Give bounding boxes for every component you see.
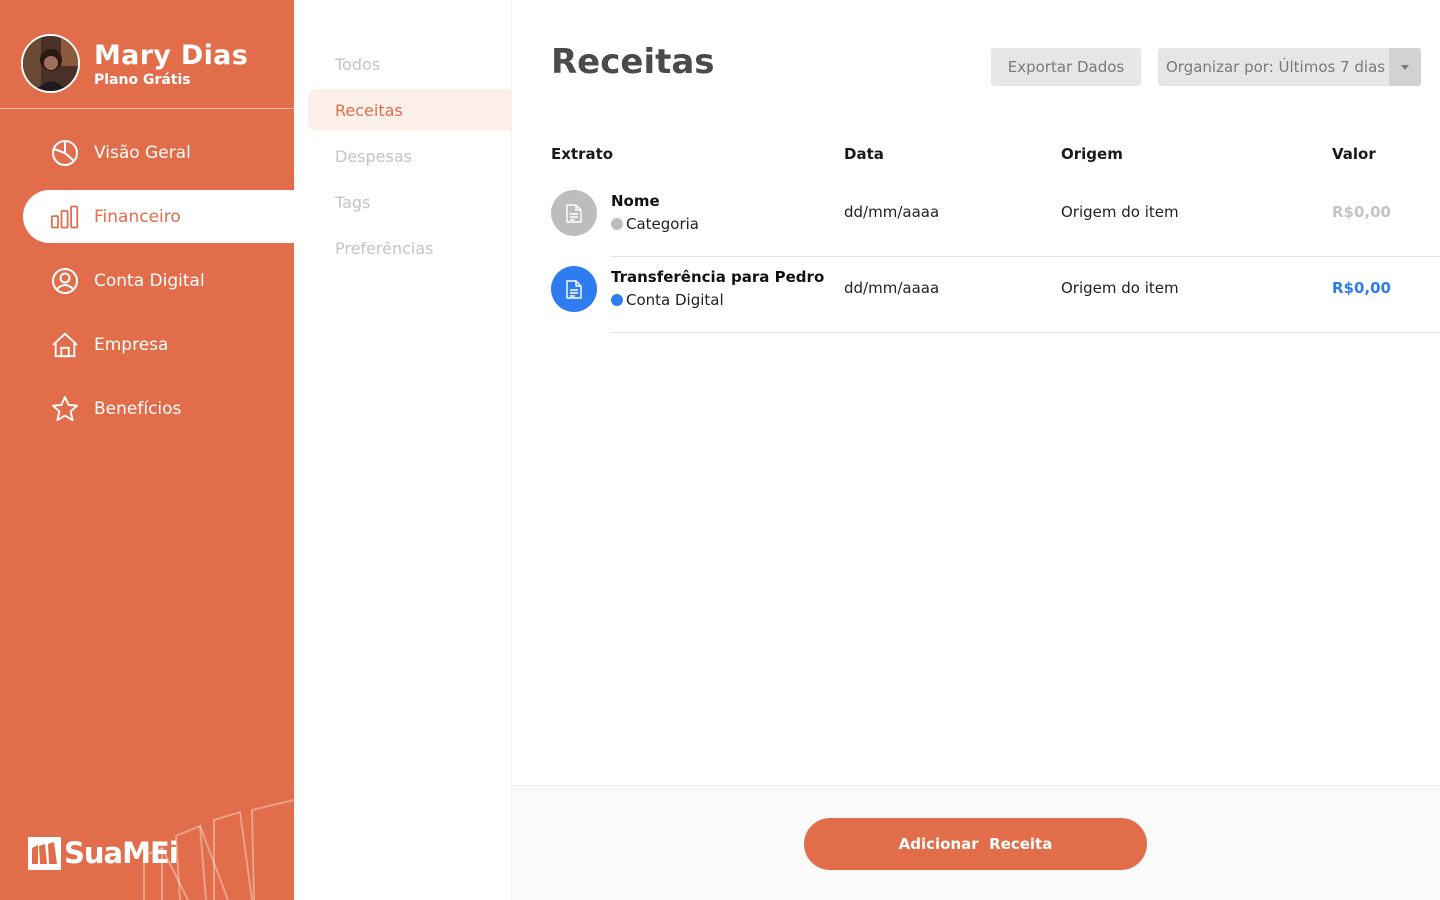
sub-nav: Todos Receitas Despesas Tags Preferência…: [294, 0, 512, 900]
avatar[interactable]: [21, 34, 80, 93]
column-header-valor: Valor: [1332, 145, 1376, 163]
home-icon: [51, 331, 79, 359]
nav-item-label: Empresa: [94, 334, 169, 355]
row-date: dd/mm/aaaa: [844, 203, 940, 221]
row-category-label: Categoria: [626, 215, 700, 233]
column-header-origem: Origem: [1061, 145, 1123, 163]
sidebar: Mary Dias Plano Grátis Visão Geral Finan…: [0, 0, 294, 900]
row-name: Nome: [611, 192, 660, 210]
footer-bar: Adicionar Receita: [512, 785, 1440, 900]
row-category-label: Conta Digital: [626, 291, 724, 309]
page-title: Receitas: [551, 42, 715, 82]
row-origin: Origem do item: [1061, 279, 1179, 297]
column-header-extrato: Extrato: [551, 145, 614, 163]
sort-select[interactable]: Organizar por: Últimos 7 dias: [1158, 48, 1421, 86]
sort-select-label: Organizar por: Últimos 7 dias: [1166, 58, 1386, 76]
row-category: Categoria: [611, 215, 699, 233]
category-dot: [611, 294, 623, 306]
brand-mark-icon: [28, 836, 61, 870]
table-row[interactable]: Nome Categoria dd/mm/aaaa Origem do item…: [512, 175, 1440, 257]
main-content: Receitas Exportar Dados Organizar por: Ú…: [512, 0, 1440, 900]
table-row[interactable]: Transferência para Pedro Conta Digital d…: [512, 251, 1440, 333]
nav-item-label: Financeiro: [94, 206, 181, 227]
user-circle-icon: [51, 267, 79, 295]
row-name: Transferência para Pedro: [611, 268, 825, 286]
nav-item-visao-geral[interactable]: Visão Geral: [0, 126, 294, 179]
subnav-item-todos[interactable]: Todos: [308, 43, 512, 85]
row-date: dd/mm/aaaa: [844, 279, 940, 297]
main-nav: Visão Geral Financeiro Conta Digital Emp…: [0, 126, 294, 446]
subnav-item-tags[interactable]: Tags: [308, 181, 512, 223]
caret-down-icon[interactable]: [1389, 48, 1421, 86]
bar-chart-icon: [51, 203, 79, 231]
export-button[interactable]: Exportar Dados: [991, 48, 1141, 86]
star-icon: [51, 395, 79, 423]
nav-item-beneficios[interactable]: Benefícios: [0, 382, 294, 435]
row-origin: Origem do item: [1061, 203, 1179, 221]
brand-name: SuaMEi: [64, 836, 179, 870]
subnav-item-receitas[interactable]: Receitas: [308, 89, 512, 131]
subnav-item-preferencias[interactable]: Preferências: [308, 227, 512, 269]
subnav-item-despesas[interactable]: Despesas: [308, 135, 512, 177]
row-value: R$0,00: [1332, 279, 1391, 297]
nav-item-empresa[interactable]: Empresa: [0, 318, 294, 371]
nav-item-financeiro[interactable]: Financeiro: [23, 190, 294, 243]
nav-item-label: Visão Geral: [94, 142, 191, 163]
document-icon: [551, 190, 597, 236]
row-divider: [611, 332, 1440, 333]
profile-plan: Plano Grátis: [94, 72, 191, 88]
profile-header: Mary Dias Plano Grátis: [0, 0, 294, 109]
profile-name: Mary Dias: [94, 40, 249, 71]
row-category: Conta Digital: [611, 291, 724, 309]
category-dot: [611, 218, 623, 230]
nav-item-conta-digital[interactable]: Conta Digital: [0, 254, 294, 307]
brand-logo: SuaMEi: [28, 836, 179, 870]
add-receita-button[interactable]: Adicionar Receita: [804, 818, 1147, 870]
document-icon: [551, 266, 597, 312]
column-header-data: Data: [844, 145, 884, 163]
row-value: R$0,00: [1332, 203, 1391, 221]
pie-chart-icon: [51, 139, 79, 167]
nav-item-label: Conta Digital: [94, 270, 205, 291]
nav-item-label: Benefícios: [94, 398, 182, 419]
